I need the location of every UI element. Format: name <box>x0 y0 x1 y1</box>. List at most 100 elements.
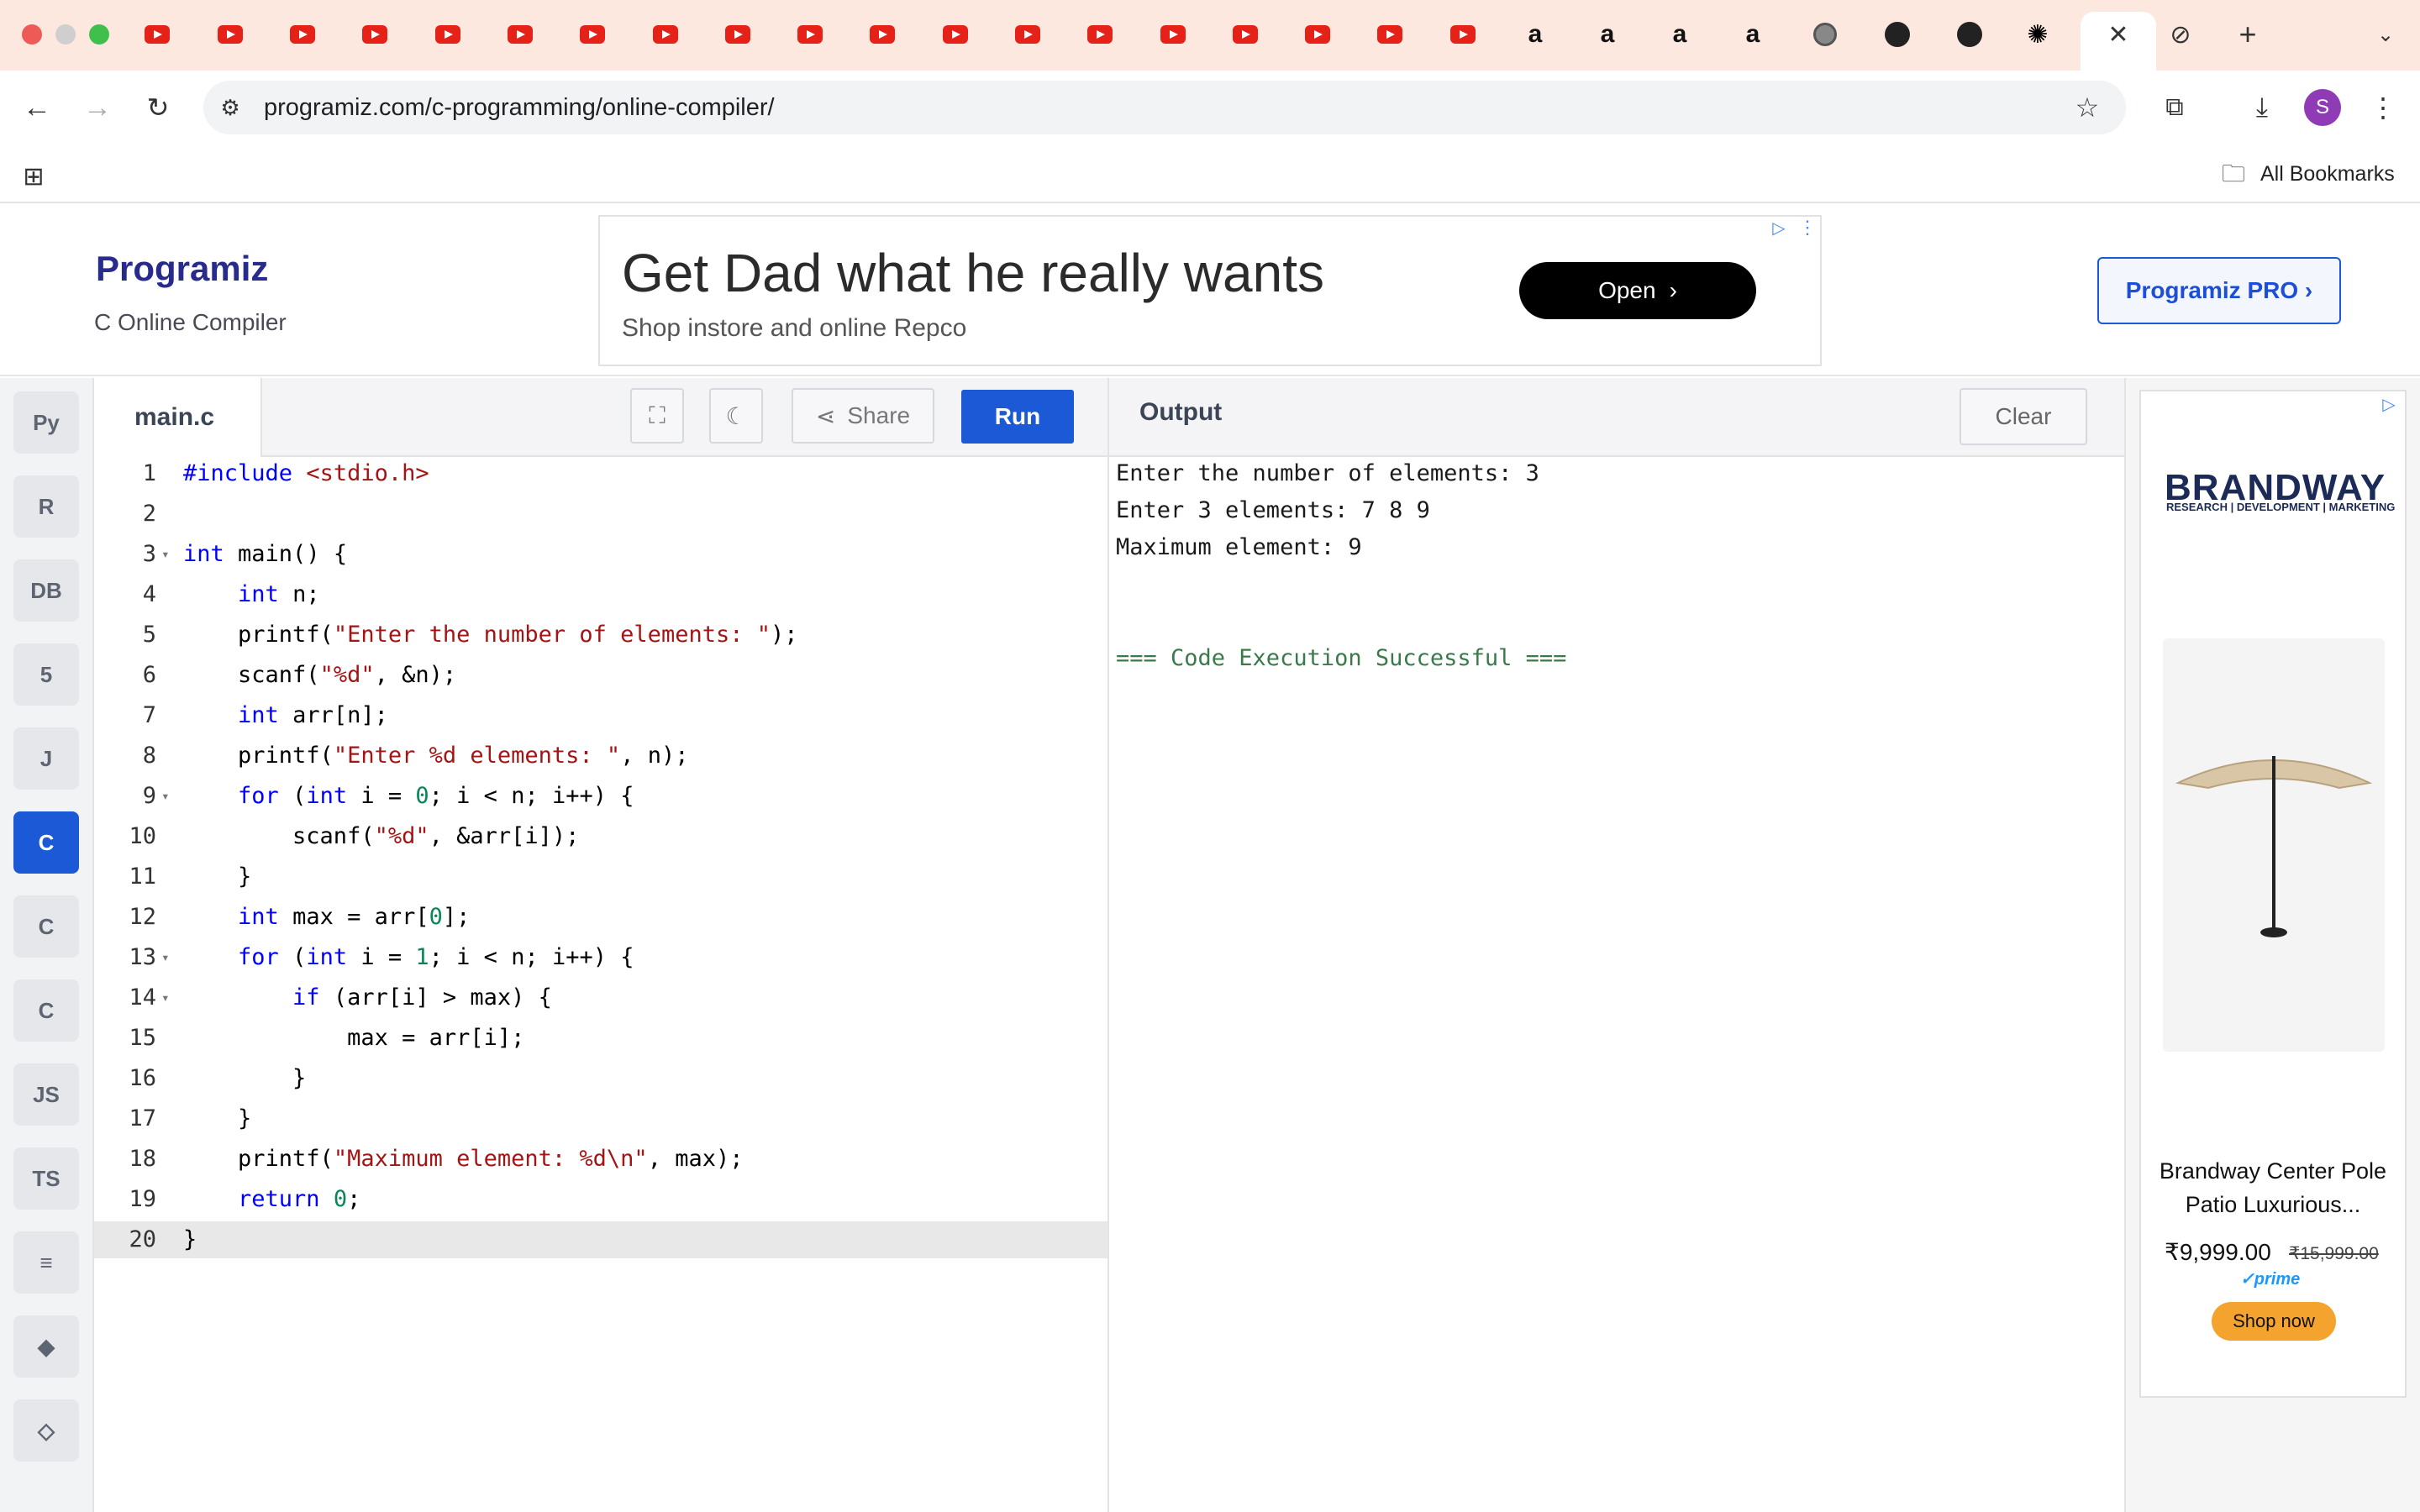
code-line[interactable]: 7 int arr[n]; <box>94 697 1107 734</box>
fold-arrow-icon[interactable]: ▾ <box>161 536 170 573</box>
minimize-window-button[interactable] <box>55 24 76 45</box>
sidebar-item-kotlin[interactable]: ◇ <box>13 1399 79 1462</box>
sidebar-item-c[interactable]: C <box>13 811 79 874</box>
tab-youtube[interactable] <box>143 20 171 49</box>
tab-youtube[interactable] <box>216 20 245 49</box>
fold-arrow-icon[interactable]: ▾ <box>161 778 170 815</box>
code-line[interactable]: 9 ▾ for (int i = 0; i < n; i++) { <box>94 778 1107 815</box>
tab-amazon[interactable]: a <box>1521 20 1549 49</box>
tab-github[interactable] <box>1955 20 1984 49</box>
tab-youtube[interactable] <box>1231 20 1260 49</box>
run-button[interactable]: Run <box>961 390 1074 444</box>
shop-now-button[interactable]: Shop now <box>2212 1302 2336 1341</box>
sidebar-item-r[interactable]: R <box>13 475 79 538</box>
sidebar-item-cpp[interactable]: C <box>13 895 79 958</box>
tab-youtube[interactable] <box>1086 20 1114 49</box>
product-image[interactable] <box>2163 638 2385 1052</box>
tab-globe[interactable] <box>1811 20 1839 49</box>
tab-youtube[interactable] <box>1303 20 1332 49</box>
tab-amazon[interactable]: a <box>1593 20 1622 49</box>
side-adchoices-icon[interactable]: ▷ <box>2376 391 2402 417</box>
tab-youtube[interactable] <box>1449 20 1477 49</box>
new-tab-button[interactable]: + <box>2233 17 2262 51</box>
tab-amazon[interactable]: a <box>1739 20 1767 49</box>
tab-close-icon[interactable]: ✕ <box>2104 20 2133 49</box>
tab-openai[interactable]: ✺ <box>2023 20 2052 49</box>
tab-amazon[interactable]: a <box>1665 20 1694 49</box>
tab-youtube[interactable] <box>434 20 462 49</box>
code-line[interactable]: 14 ▾ if (arr[i] > max) { <box>94 979 1107 1016</box>
code-line[interactable]: 19 return 0; <box>94 1181 1107 1218</box>
code-line[interactable]: 3 ▾ int main() { <box>94 536 1107 573</box>
sidebar-item-swift[interactable]: ◆ <box>13 1315 79 1378</box>
fullscreen-button[interactable]: ⛶ <box>630 388 684 444</box>
tab-youtube[interactable] <box>868 20 897 49</box>
product-name[interactable]: Brandway Center Pole Patio Luxurious... <box>2139 1154 2407 1221</box>
tab-slash-icon[interactable]: ⊘ <box>2166 20 2195 49</box>
site-info-icon[interactable]: ⚙ <box>215 92 245 123</box>
dark-mode-button[interactable]: ☾ <box>709 388 763 444</box>
sidebar-item-go[interactable]: ≡ <box>13 1231 79 1294</box>
ad-open-button[interactable]: Open › <box>1519 262 1756 319</box>
ad-menu-icon[interactable]: ⋮ <box>1795 215 1820 240</box>
url-text[interactable]: programiz.com/c-programming/online-compi… <box>264 91 775 124</box>
tab-youtube[interactable] <box>1159 20 1187 49</box>
menu-icon[interactable]: ⋮ <box>2365 89 2402 126</box>
profile-avatar[interactable]: S <box>2304 89 2341 126</box>
tab-youtube[interactable] <box>1013 20 1042 49</box>
reload-icon[interactable]: ↻ <box>139 89 176 126</box>
tab-search-chevron-icon[interactable]: ⌄ <box>2371 20 2400 49</box>
sidebar-item-html[interactable]: 5 <box>13 643 79 706</box>
pane-divider[interactable] <box>1107 378 1109 1512</box>
tab-youtube[interactable] <box>1376 20 1404 49</box>
forward-icon[interactable]: → <box>79 89 116 126</box>
code-line[interactable]: 2 <box>94 496 1107 533</box>
code-line[interactable]: 16 } <box>94 1060 1107 1097</box>
tab-youtube[interactable] <box>360 20 389 49</box>
close-window-button[interactable] <box>22 24 42 45</box>
code-line[interactable]: 17 } <box>94 1100 1107 1137</box>
fold-arrow-icon[interactable]: ▾ <box>161 939 170 976</box>
maximize-window-button[interactable] <box>89 24 109 45</box>
file-tab-main[interactable]: main.c <box>94 378 262 457</box>
download-icon[interactable]: ⤓ <box>2244 89 2281 126</box>
tab-youtube[interactable] <box>651 20 680 49</box>
code-line[interactable]: 6 scanf("%d", &n); <box>94 657 1107 694</box>
programiz-pro-button[interactable]: Programiz PRO › <box>2097 257 2341 324</box>
tab-youtube[interactable] <box>941 20 970 49</box>
extensions-icon[interactable]: ⧉ <box>2156 89 2193 126</box>
apps-grid-icon[interactable]: ⊞ <box>17 160 50 193</box>
bookmark-star-icon[interactable]: ☆ <box>2069 89 2106 126</box>
sidebar-item-ts[interactable]: TS <box>13 1147 79 1210</box>
sidebar-item-sql[interactable]: DB <box>13 559 79 622</box>
tab-youtube[interactable] <box>506 20 534 49</box>
code-line[interactable]: 10 scanf("%d", &arr[i]); <box>94 818 1107 855</box>
tab-youtube[interactable] <box>796 20 824 49</box>
code-line[interactable]: 15 max = arr[i]; <box>94 1020 1107 1057</box>
back-icon[interactable]: ← <box>18 89 55 126</box>
tab-youtube[interactable] <box>723 20 752 49</box>
code-line[interactable]: 13 ▾ for (int i = 1; i < n; i++) { <box>94 939 1107 976</box>
tab-github[interactable] <box>1883 20 1912 49</box>
tab-youtube[interactable] <box>578 20 607 49</box>
adchoices-icon[interactable]: ▷ <box>1766 215 1791 240</box>
code-line[interactable]: 8 printf("Enter %d elements: ", n); <box>94 738 1107 774</box>
programiz-logo[interactable]: Programiz <box>96 249 268 289</box>
share-button[interactable]: ⋖ Share <box>792 388 934 444</box>
sidebar-item-python[interactable]: Py <box>13 391 79 454</box>
sidebar-item-java[interactable]: J <box>13 727 79 790</box>
ad-title[interactable]: Get Dad what he really wants <box>622 242 1324 304</box>
all-bookmarks[interactable]: All Bookmarks <box>2260 162 2395 186</box>
sidebar-item-csharp[interactable]: C <box>13 979 79 1042</box>
fold-arrow-icon[interactable]: ▾ <box>161 979 170 1016</box>
sidebar-item-js[interactable]: JS <box>13 1063 79 1126</box>
code-line[interactable]: 20} <box>94 1221 1107 1258</box>
code-line[interactable]: 12 int max = arr[0]; <box>94 899 1107 936</box>
code-line[interactable]: 5 printf("Enter the number of elements: … <box>94 617 1107 654</box>
tab-youtube[interactable] <box>288 20 317 49</box>
code-line[interactable]: 18 printf("Maximum element: %d\n", max); <box>94 1141 1107 1178</box>
clear-button[interactable]: Clear <box>1960 388 2087 445</box>
code-line[interactable]: 4 int n; <box>94 576 1107 613</box>
code-line[interactable]: 11 } <box>94 858 1107 895</box>
code-line[interactable]: 1 #include <stdio.h> <box>94 455 1107 492</box>
